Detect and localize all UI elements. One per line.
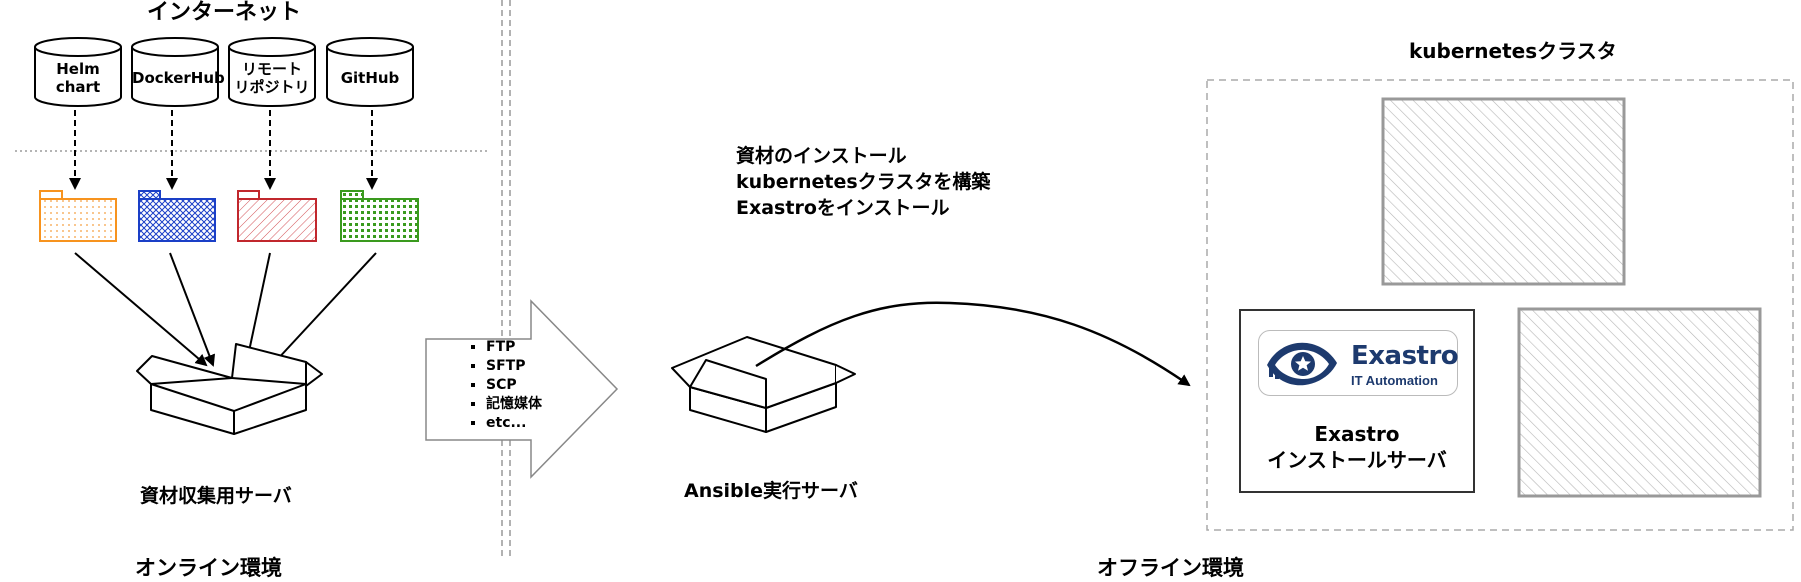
ansible-server-label: Ansible実行サーバ [684,480,858,502]
source-label-dockerhub: DockerHub [132,69,225,87]
transfer-protocol-list: FTP SFTP SCP 記憶媒体 etc... [470,338,542,433]
ansible-server-box-icon [671,336,856,433]
exastro-label-line2: インストールサーバ [1267,448,1447,472]
protocol-item: SFTP [486,357,542,376]
folder-icon-dockerhub [138,190,216,242]
collect-arrow-helm [74,252,208,367]
source-label-remote-repo: リモート リポジトリ [234,60,310,96]
ansible-step: kubernetesクラスタを構築 [736,171,991,193]
internet-title: インターネット [147,0,302,25]
folder-icon-remote-repo [237,190,317,242]
protocol-item: etc... [486,414,542,433]
cluster-node-bottom-right [1517,307,1762,498]
exastro-server-label: Exastro インストールサーバ [1241,421,1473,473]
collect-server-box-icon [136,343,323,435]
exastro-label-line1: Exastro [1314,422,1400,446]
source-label-github: GitHub [340,69,400,87]
online-environment-label: オンライン環境 [135,556,282,580]
collect-arrow-dockerhub [169,252,216,367]
protocol-item: FTP [486,338,542,357]
exastro-logo-text: Exastro [1351,341,1459,371]
exastro-emblem-icon [1267,342,1337,386]
protocol-item: SCP [486,376,542,395]
folder-icon-helm [39,190,117,242]
kubernetes-cluster-title: kubernetesクラスタ [1409,39,1617,63]
ansible-steps: 資材のインストール kubernetesクラスタを構築 Exastroをインスト… [736,143,990,221]
exastro-install-server: Exastro IT Automation Exastro インストールサーバ [1239,309,1475,493]
exastro-logo-subtitle: IT Automation [1351,373,1438,388]
collect-server-label: 資材収集用サーバ [140,485,292,507]
ansible-step: Exastroをインストール [736,197,950,219]
source-label-helm: Helm chart [55,60,101,96]
folder-icon-github [340,190,419,242]
exastro-logo: Exastro IT Automation [1258,330,1459,396]
ansible-step: 資材のインストール [736,145,907,167]
protocol-item: 記憶媒体 [486,395,542,414]
offline-environment-label: オフライン環境 [1097,556,1244,580]
cluster-node-top [1381,97,1626,286]
